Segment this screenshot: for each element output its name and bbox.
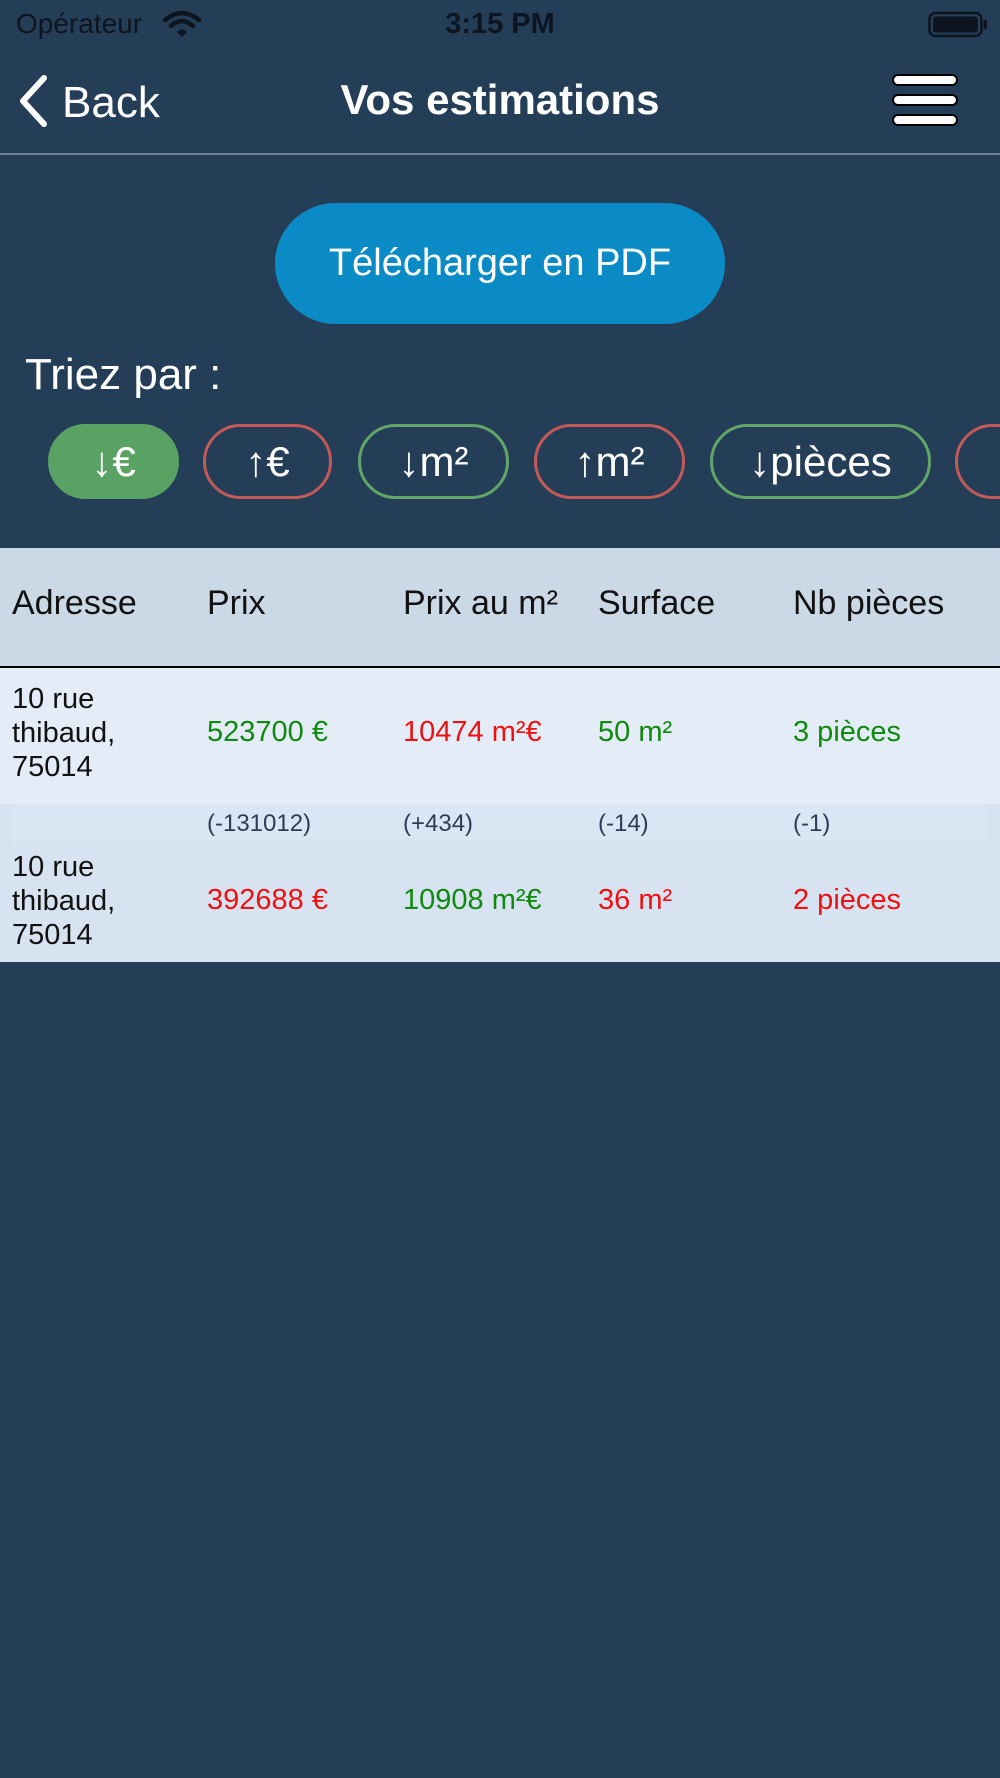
rooms-difference: (-1) xyxy=(793,810,831,837)
menu-bar-line xyxy=(892,114,958,126)
price-cell: 392688 € xyxy=(207,884,328,916)
address-line: 75014 xyxy=(12,919,93,951)
surface-cell: 36 m² xyxy=(598,884,673,916)
download-pdf-button[interactable]: Télécharger en PDF xyxy=(275,203,725,324)
battery-icon xyxy=(928,11,988,44)
rooms-cell: 3 pièces xyxy=(793,716,902,748)
address-line: 10 rue xyxy=(12,851,95,883)
navigation-bar: Back Vos estimations xyxy=(0,52,1000,155)
address-line: thibaud, xyxy=(12,885,116,917)
header-address: Adresse xyxy=(12,584,137,622)
surface-difference: (-14) xyxy=(598,810,649,837)
price-per-m2-cell: 10474 m²€ xyxy=(403,716,542,748)
table-row[interactable]: 10 rue thibaud, 75014 392688 € 10908 m²€… xyxy=(0,842,1000,962)
header-surface: Surface xyxy=(598,584,716,622)
sort-surface-asc-chip[interactable]: ↑m² xyxy=(534,424,685,499)
menu-bar-line xyxy=(892,74,958,86)
address-cell: 10 rue thibaud, 75014 xyxy=(12,850,162,952)
surface-cell: 50 m² xyxy=(598,716,673,748)
price-difference: (-131012) xyxy=(207,810,312,837)
address-line: thibaud, xyxy=(12,717,116,749)
price-per-m2-difference: (+434) xyxy=(403,810,474,837)
sort-price-desc-chip[interactable]: ↓€ xyxy=(48,424,179,499)
sort-label: Triez par : xyxy=(25,350,222,399)
sort-surface-desc-chip[interactable]: ↓m² xyxy=(358,424,509,499)
sort-price-asc-chip[interactable]: ↑€ xyxy=(203,424,332,499)
price-cell: 523700 € xyxy=(207,716,328,748)
table-header: Adresse Prix Prix au m² Surface Nb pièce… xyxy=(0,548,1000,668)
address-line: 10 rue xyxy=(12,683,95,715)
hamburger-menu-icon[interactable] xyxy=(892,74,962,130)
header-price: Prix xyxy=(207,584,266,622)
sort-rooms-asc-chip-partial[interactable] xyxy=(955,424,1000,499)
header-price-per-m2: Prix au m² xyxy=(403,584,558,622)
address-cell: 10 rue thibaud, 75014 xyxy=(12,682,162,784)
address-line: 75014 xyxy=(12,751,93,783)
difference-row-background xyxy=(12,804,987,842)
rooms-cell: 2 pièces xyxy=(793,884,902,916)
page-title: Vos estimations xyxy=(340,76,660,123)
sort-rooms-desc-chip[interactable]: ↓pièces xyxy=(710,424,931,499)
sort-chips-row[interactable]: ↓€ ↑€ ↓m² ↑m² ↓pièces xyxy=(0,424,1000,501)
menu-bar-line xyxy=(892,94,958,106)
price-per-m2-cell: 10908 m²€ xyxy=(403,884,542,916)
difference-row: (-131012) (+434) (-14) (-1) xyxy=(0,804,1000,842)
estimations-table: Adresse Prix Prix au m² Surface Nb pièce… xyxy=(0,548,1000,962)
header-rooms: Nb pièces xyxy=(793,584,945,622)
status-bar: Opérateur 3:15 PM xyxy=(0,0,1000,52)
table-row[interactable]: 10 rue thibaud, 75014 523700 € 10474 m²€… xyxy=(0,668,1000,804)
status-time: 3:15 PM xyxy=(445,8,555,40)
